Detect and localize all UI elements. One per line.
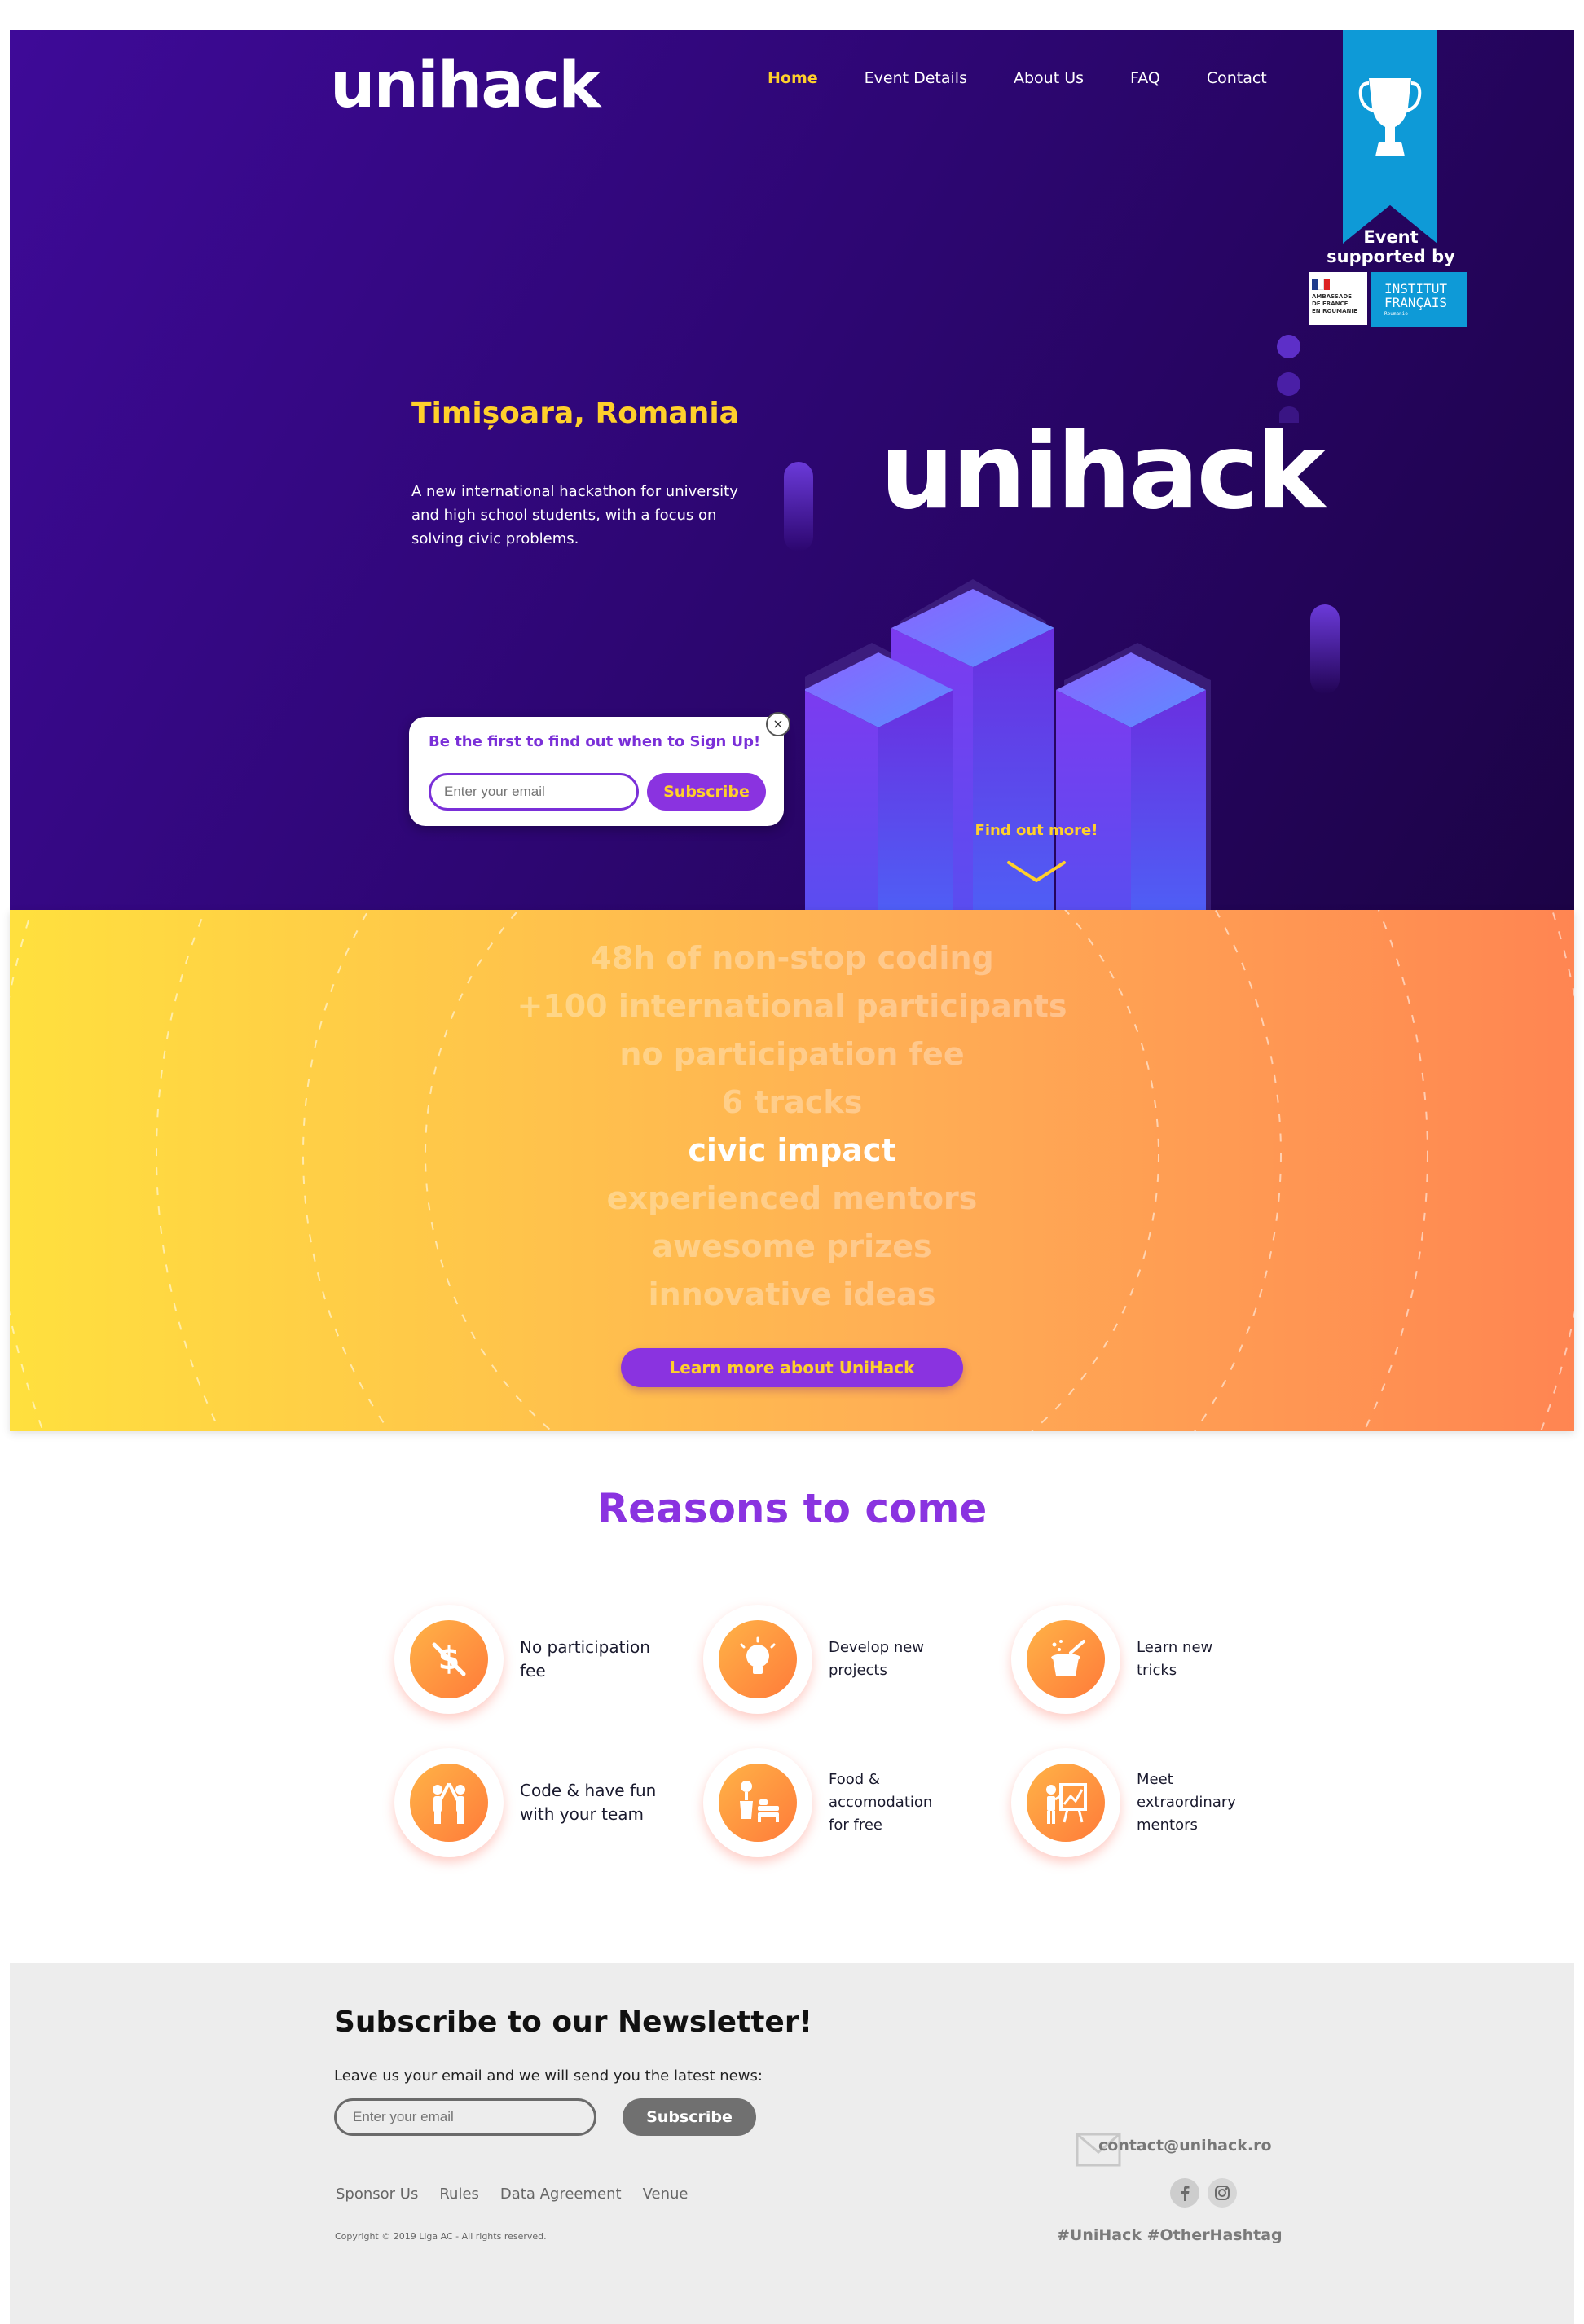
reason-label: No participation fee	[520, 1637, 650, 1680]
decor-bubble	[1277, 335, 1300, 358]
feature-item-active: civic impact	[688, 1132, 896, 1168]
institut-francais-logo[interactable]: INSTITUT FRANÇAIS Roumanie	[1371, 272, 1467, 327]
hero-logo: unihack	[880, 411, 1326, 533]
reason-label: Meet extraordinary mentors	[1137, 1771, 1236, 1834]
mentor-board-icon	[1011, 1748, 1120, 1857]
facebook-icon[interactable]	[1170, 2178, 1199, 2208]
reason-label: Code & have fun with your team	[520, 1781, 657, 1824]
contact-email[interactable]: contact@unihack.ro	[1098, 2137, 1272, 2155]
footer: Subscribe to our Newsletter! Leave us yo…	[10, 1963, 1574, 2324]
reason-item: Code & have fun with your team	[394, 1748, 675, 1857]
nav-event-details[interactable]: Event Details	[865, 69, 967, 87]
reason-item: $ No participation fee	[394, 1605, 675, 1714]
reason-label: Learn new tricks	[1137, 1639, 1213, 1679]
footer-link-data-agreement[interactable]: Data Agreement	[500, 2186, 622, 2203]
instagram-icon[interactable]	[1208, 2178, 1237, 2208]
food-bed-icon	[703, 1748, 812, 1857]
footer-links: Sponsor Us Rules Data Agreement Venue	[336, 2186, 709, 2203]
reason-item: Learn new tricks	[1011, 1605, 1234, 1714]
lightbulb-icon	[703, 1605, 812, 1714]
decor-pill	[784, 462, 813, 551]
signup-popup: Be the first to find out when to Sign Up…	[409, 717, 784, 826]
magic-hat-icon	[1011, 1605, 1120, 1714]
high-five-icon	[394, 1748, 504, 1857]
french-flag-icon	[1312, 279, 1331, 290]
sponsor-caption-line2: supported by	[1327, 247, 1455, 266]
embassy-line2: DE FRANCE	[1312, 301, 1349, 307]
sponsor-caption-line1: Event	[1363, 227, 1419, 247]
signup-popup-title: Be the first to find out when to Sign Up…	[429, 733, 761, 750]
footer-link-venue[interactable]: Venue	[643, 2186, 689, 2203]
decor-bubble	[1277, 372, 1300, 396]
newsletter-email-input[interactable]	[334, 2098, 596, 2136]
reason-item: Food & accomodation for free	[703, 1748, 951, 1857]
feature-item: innovative ideas	[648, 1276, 936, 1312]
trophy-icon	[1358, 78, 1422, 156]
newsletter-subtitle: Leave us your email and we will send you…	[334, 2067, 763, 2085]
hashtags: #UniHack #OtherHashtag	[1057, 2226, 1283, 2244]
footer-link-rules[interactable]: Rules	[439, 2186, 479, 2203]
nav-about-us[interactable]: About Us	[1014, 69, 1084, 87]
reason-item: Meet extraordinary mentors	[1011, 1748, 1259, 1857]
feature-rotator: 48h of non-stop coding +100 internationa…	[10, 934, 1574, 1319]
reason-item: Develop new projects	[703, 1605, 943, 1714]
hero-section: unihack Home Event Details About Us FAQ …	[10, 30, 1574, 910]
features-section: 48h of non-stop coding +100 internationa…	[10, 910, 1574, 1431]
embassy-line1: AMBASSADE	[1312, 293, 1352, 300]
feature-item: no participation fee	[619, 1036, 965, 1072]
institut-line2: FRANÇAIS	[1384, 295, 1448, 310]
feature-item: awesome prizes	[652, 1228, 932, 1264]
reasons-title: Reasons to come	[596, 1485, 988, 1532]
nav-contact[interactable]: Contact	[1207, 69, 1267, 87]
nav-home[interactable]: Home	[768, 69, 818, 87]
reason-label: Develop new projects	[829, 1639, 925, 1679]
reason-label: Food & accomodation for free	[829, 1771, 933, 1834]
decor-pill	[1310, 604, 1340, 694]
hero-city: Timișoara, Romania	[411, 397, 739, 430]
footer-link-sponsor-us[interactable]: Sponsor Us	[336, 2186, 418, 2203]
feature-item: 48h of non-stop coding	[590, 940, 994, 976]
header-logo[interactable]: unihack	[330, 49, 601, 122]
nav-faq[interactable]: FAQ	[1130, 69, 1160, 87]
feature-item: experienced mentors	[606, 1180, 978, 1216]
find-out-more-link[interactable]: Find out more!	[947, 822, 1126, 839]
learn-more-button[interactable]: Learn more about UniHack	[621, 1348, 963, 1387]
feature-item: 6 tracks	[721, 1084, 863, 1120]
institut-line1: INSTITUT	[1384, 281, 1448, 297]
institut-sub: Roumanie	[1384, 311, 1408, 317]
signup-subscribe-button[interactable]: Subscribe	[647, 773, 766, 811]
no-money-icon: $	[394, 1605, 504, 1714]
newsletter-subscribe-button[interactable]: Subscribe	[623, 2098, 756, 2136]
feature-item: +100 international participants	[517, 988, 1067, 1024]
embassy-logo[interactable]: AMBASSADE DE FRANCE EN ROUMANIE	[1309, 272, 1367, 325]
signup-email-input[interactable]	[429, 773, 639, 811]
newsletter-title: Subscribe to our Newsletter!	[334, 2005, 813, 2039]
chevron-down-icon[interactable]	[1005, 858, 1067, 885]
close-icon[interactable]: ×	[766, 712, 790, 736]
hero-tagline: A new international hackathon for univer…	[411, 483, 738, 547]
page: { "nav": { "logo": "unihack", "items": […	[0, 0, 1584, 2324]
main-nav: Home Event Details About Us FAQ Contact	[768, 69, 1267, 87]
sponsor-caption: Event supported by	[1305, 227, 1476, 266]
embassy-line3: EN ROUMANIE	[1312, 308, 1357, 314]
copyright: Copyright © 2019 Liga AC - All rights re…	[335, 2231, 547, 2242]
